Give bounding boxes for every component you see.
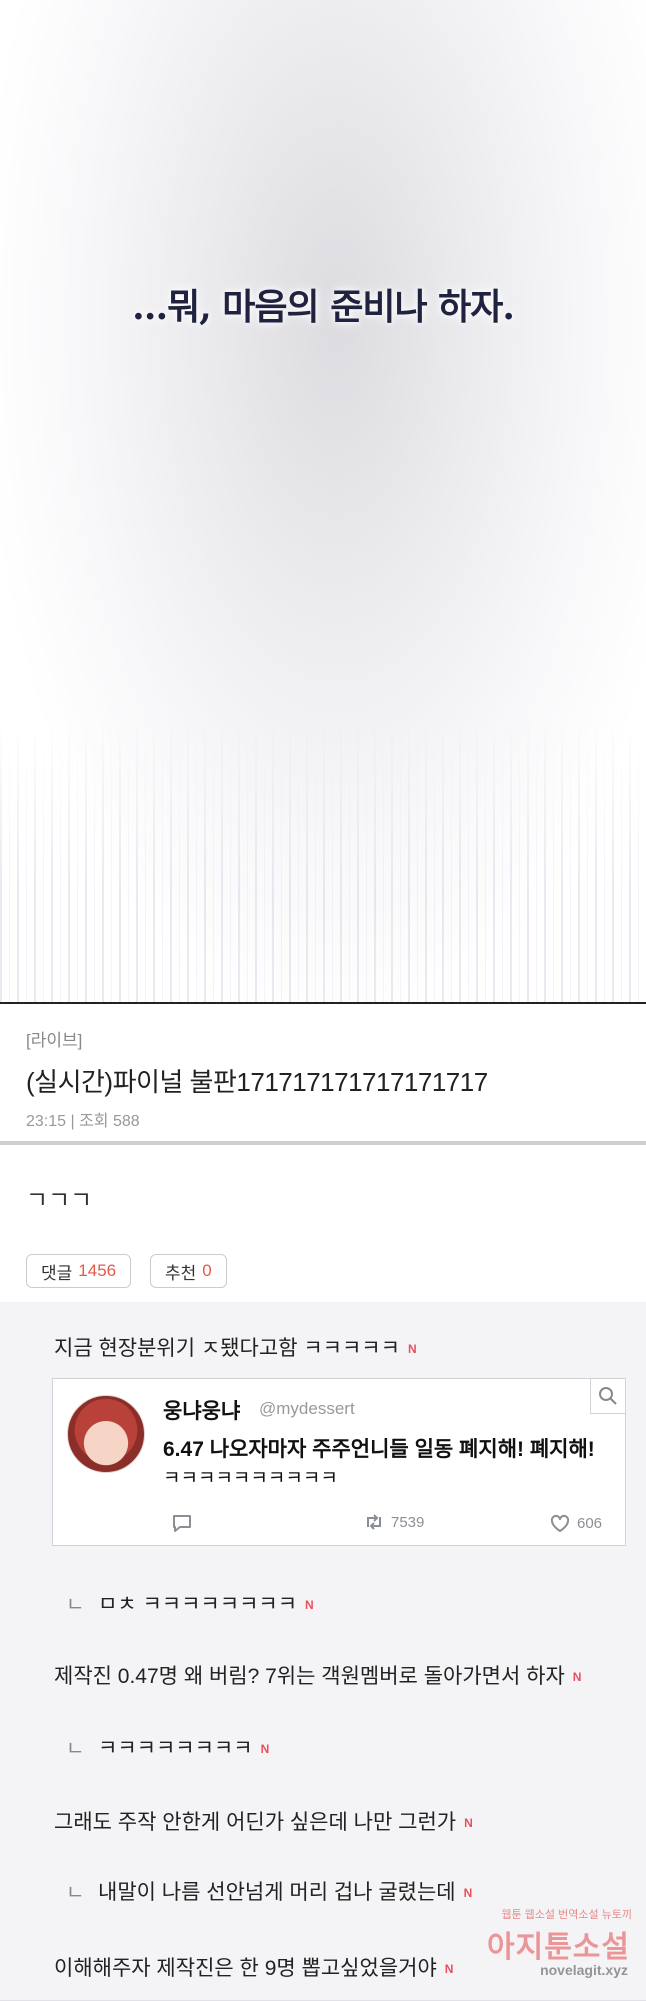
new-badge: N xyxy=(464,1816,473,1831)
comment-item[interactable]: 제작진 0.47명 왜 버림? 7위는 객원멤버로 돌아가면서 하자 N xyxy=(0,1636,646,1709)
comment-text: ㅁㅊ ㅋㅋㅋㅋㅋㅋㅋㅋ N xyxy=(98,1593,314,1616)
comment-count: 1456 xyxy=(78,1261,117,1280)
reply-icon[interactable] xyxy=(171,1513,199,1533)
new-badge: N xyxy=(305,1598,314,1613)
recommend-count: 0 xyxy=(202,1261,212,1280)
retweet-icon xyxy=(367,1514,381,1530)
new-badge: N xyxy=(463,1886,473,1901)
post-category[interactable]: [라이브] xyxy=(26,1026,82,1051)
comment-reply-item[interactable]: ㄴ ㅋㅋㅋㅋㅋㅋㅋㅋ N xyxy=(0,1708,646,1783)
embedded-tweet[interactable]: 웅냐웅냐 @mydessert 6.47 나오자마자 주주언니들 일동 폐지해!… xyxy=(52,1378,626,1546)
site-watermark: 웹툰 웹소설 번역소설 뉴토끼 아지툰소설 novelagit.xyz xyxy=(436,1900,636,1990)
comment-item[interactable]: 그래도 주작 안한게 어딘가 싶은데 나만 그런가 N xyxy=(0,1782,646,1855)
comment-item[interactable]: 지금 현장분위기 ㅈ됐다고함 ㅋㅋㅋㅋㅋ N 웅냐웅냐 @mydessert 6.… xyxy=(0,1302,646,1565)
heart-icon xyxy=(550,1514,570,1532)
post-title: (실시간)파이널 불판171717171717171717 xyxy=(26,1067,488,1097)
like-button[interactable]: 606 xyxy=(549,1513,602,1533)
watermark-url: novelagit.xyz xyxy=(540,1962,628,1978)
speed-lines xyxy=(0,720,646,1002)
post-body: ㄱㄱㄱ xyxy=(26,1187,93,1214)
recommend-label: 추천 xyxy=(165,1263,197,1283)
header-divider xyxy=(0,1141,646,1145)
search-icon[interactable] xyxy=(590,1378,626,1414)
recommend-button[interactable]: 추천 0 xyxy=(150,1254,227,1288)
like-count: 606 xyxy=(577,1514,603,1532)
new-badge: N xyxy=(260,1742,270,1757)
tweet-text-line1: 6.47 나오자마자 주주언니들 일동 폐지해! 폐지해! xyxy=(163,1438,595,1461)
tweet-actions: 7539 606 xyxy=(53,1509,627,1539)
reply-indicator: ㄴ xyxy=(66,1738,85,1760)
comment-text: 지금 현장분위기 ㅈ됐다고함 ㅋㅋㅋㅋㅋ N xyxy=(54,1337,417,1360)
post-meta: 23:15 | 조회 588 xyxy=(26,1113,140,1130)
comment-count-button[interactable]: 댓글 1456 xyxy=(26,1254,132,1288)
reply-indicator: ㄴ xyxy=(66,1882,85,1904)
comment-text: 제작진 0.47명 왜 버림? 7위는 객원멤버로 돌아가면서 하자 N xyxy=(54,1665,582,1688)
comment-reply-item[interactable]: ㄴ ㅁㅊ ㅋㅋㅋㅋㅋㅋㅋㅋ N xyxy=(0,1564,646,1637)
comment-text: 그래도 주작 안한게 어딘가 싶은데 나만 그런가 N xyxy=(54,1811,473,1834)
comment-text: ㅋㅋㅋㅋㅋㅋㅋㅋ N xyxy=(98,1737,270,1760)
watermark-logo: 아지툰소설 xyxy=(487,1931,630,1964)
avatar xyxy=(67,1395,145,1473)
comment-text: 내말이 나름 선안넘게 머리 겁나 굴렸는데 N xyxy=(98,1881,473,1904)
watermark-tagline: 웹툰 웹소설 번역소설 뉴토끼 xyxy=(501,1909,632,1921)
new-badge: N xyxy=(572,1670,582,1685)
post-header: [라이브] (실시간)파이널 불판171717171717171717 23:1… xyxy=(0,1004,646,1144)
new-badge: N xyxy=(407,1342,417,1357)
panel-dialogue: …뭐, 마음의 준비나 하자. xyxy=(132,286,515,328)
tweet-author-handle: @mydessert xyxy=(259,1399,355,1418)
comment-text: 이해해주자 제작진은 한 9명 뽑고싶었을거야 N xyxy=(54,1957,454,1980)
reply-indicator: ㄴ xyxy=(66,1594,85,1616)
retweet-button[interactable]: 7539 xyxy=(363,1513,424,1531)
retweet-count: 7539 xyxy=(391,1513,425,1531)
webtoon-panel: …뭐, 마음의 준비나 하자. xyxy=(0,0,646,1002)
tweet-author-name: 웅냐웅냐 xyxy=(163,1400,241,1423)
tweet-text-line2: ㅋㅋㅋㅋㅋㅋㅋㅋㅋㅋ xyxy=(163,1468,338,1489)
comment-label: 댓글 xyxy=(41,1263,73,1283)
